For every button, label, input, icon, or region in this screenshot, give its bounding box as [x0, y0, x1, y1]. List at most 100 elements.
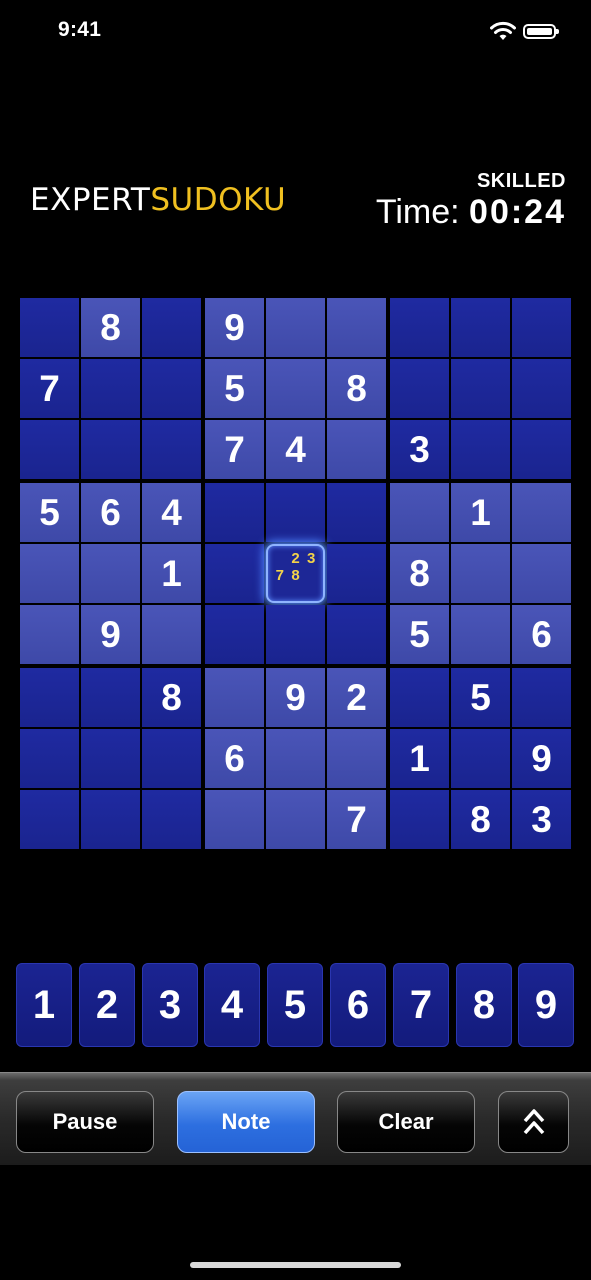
- board-cell[interactable]: [266, 298, 325, 357]
- board-cell[interactable]: [142, 298, 201, 357]
- board-cell[interactable]: [266, 729, 325, 788]
- board-cell[interactable]: [266, 483, 325, 542]
- board-cell[interactable]: 8: [327, 359, 386, 418]
- board-cell[interactable]: [451, 298, 510, 357]
- board-cell[interactable]: [512, 298, 571, 357]
- board-cell[interactable]: [81, 790, 140, 849]
- board-cell[interactable]: [205, 544, 264, 603]
- board-cell[interactable]: [205, 605, 264, 664]
- board-cell[interactable]: 8: [451, 790, 510, 849]
- board-cell[interactable]: [81, 544, 140, 603]
- number-key-3[interactable]: 3: [142, 963, 198, 1047]
- number-key-6[interactable]: 6: [330, 963, 386, 1047]
- pause-button[interactable]: Pause: [16, 1091, 154, 1153]
- board-cell[interactable]: [142, 359, 201, 418]
- board-cell[interactable]: [205, 790, 264, 849]
- board-cell[interactable]: 3: [512, 790, 571, 849]
- board-cell[interactable]: [81, 359, 140, 418]
- note-digit: 7: [275, 567, 284, 584]
- board-cell[interactable]: 9: [266, 668, 325, 727]
- board-cell[interactable]: 9: [205, 298, 264, 357]
- board-cell[interactable]: [327, 420, 386, 479]
- board-cell[interactable]: [20, 605, 79, 664]
- board-cell[interactable]: 5: [451, 668, 510, 727]
- timer-value: 00:24: [469, 193, 566, 231]
- number-key-9[interactable]: 9: [518, 963, 574, 1047]
- board-cell[interactable]: [512, 359, 571, 418]
- board-cell[interactable]: [81, 668, 140, 727]
- number-key-2[interactable]: 2: [79, 963, 135, 1047]
- board-cell[interactable]: 8: [142, 668, 201, 727]
- board-cell[interactable]: [142, 420, 201, 479]
- number-key-5[interactable]: 5: [267, 963, 323, 1047]
- board-cell[interactable]: [266, 605, 325, 664]
- clear-button[interactable]: Clear: [337, 1091, 475, 1153]
- board-cell[interactable]: [390, 790, 449, 849]
- board-cell[interactable]: 9: [81, 605, 140, 664]
- board-cell[interactable]: 8: [390, 544, 449, 603]
- board-cell[interactable]: 1: [390, 729, 449, 788]
- board-cell[interactable]: 6: [512, 605, 571, 664]
- note-button[interactable]: Note: [177, 1091, 315, 1153]
- board-cell[interactable]: [20, 790, 79, 849]
- board-cell[interactable]: [451, 544, 510, 603]
- board-cell[interactable]: 6: [81, 483, 140, 542]
- board-cell[interactable]: [390, 359, 449, 418]
- board-cell[interactable]: [142, 729, 201, 788]
- board-cell[interactable]: [451, 729, 510, 788]
- board-cell[interactable]: [81, 729, 140, 788]
- more-button[interactable]: [498, 1091, 569, 1153]
- board-cell[interactable]: [327, 298, 386, 357]
- board-cell[interactable]: [142, 790, 201, 849]
- board-cell[interactable]: [20, 298, 79, 357]
- board-cell[interactable]: 4: [266, 420, 325, 479]
- number-key-1[interactable]: 1: [16, 963, 72, 1047]
- board-cell[interactable]: 7: [327, 790, 386, 849]
- number-key-8[interactable]: 8: [456, 963, 512, 1047]
- board-cell[interactable]: [20, 729, 79, 788]
- board-cell[interactable]: [512, 483, 571, 542]
- board-cell[interactable]: [205, 668, 264, 727]
- number-key-7[interactable]: 7: [393, 963, 449, 1047]
- board-cell[interactable]: 7: [20, 359, 79, 418]
- board-cell[interactable]: [327, 605, 386, 664]
- board-cell[interactable]: 5: [205, 359, 264, 418]
- board-cell[interactable]: [266, 359, 325, 418]
- board-cell[interactable]: [20, 420, 79, 479]
- board-cell[interactable]: [451, 605, 510, 664]
- home-indicator: [190, 1262, 401, 1268]
- double-chevron-up-icon: [523, 1109, 544, 1135]
- board-cell[interactable]: [390, 483, 449, 542]
- board-cell[interactable]: 1: [451, 483, 510, 542]
- board-cell[interactable]: 4: [142, 483, 201, 542]
- board-cell[interactable]: [512, 420, 571, 479]
- board-cell[interactable]: [266, 790, 325, 849]
- board-cell[interactable]: [451, 359, 510, 418]
- board-cell[interactable]: [81, 420, 140, 479]
- board-cell[interactable]: 7: [205, 420, 264, 479]
- board-cell[interactable]: [451, 420, 510, 479]
- board-cell[interactable]: [512, 544, 571, 603]
- board-cell[interactable]: [390, 298, 449, 357]
- board-cell[interactable]: [205, 483, 264, 542]
- board-cell[interactable]: 6: [205, 729, 264, 788]
- board-cell[interactable]: [327, 544, 386, 603]
- board-cell[interactable]: 5: [20, 483, 79, 542]
- board-cell[interactable]: [327, 483, 386, 542]
- board-cell[interactable]: 2: [327, 668, 386, 727]
- board-cell[interactable]: 3: [390, 420, 449, 479]
- board-cell[interactable]: [327, 729, 386, 788]
- board-cell[interactable]: 9: [512, 729, 571, 788]
- difficulty-label: SKILLED: [476, 170, 566, 192]
- board-cell[interactable]: 1: [142, 544, 201, 603]
- selected-cell[interactable]: 23 78: [266, 544, 325, 603]
- board-cell[interactable]: [20, 668, 79, 727]
- board-cell[interactable]: [142, 605, 201, 664]
- board-cell[interactable]: [20, 544, 79, 603]
- board-cell[interactable]: 5: [390, 605, 449, 664]
- board-cell[interactable]: [512, 668, 571, 727]
- board-cell[interactable]: 8: [81, 298, 140, 357]
- number-key-4[interactable]: 4: [204, 963, 260, 1047]
- note-digit: [288, 584, 304, 597]
- board-cell[interactable]: [390, 668, 449, 727]
